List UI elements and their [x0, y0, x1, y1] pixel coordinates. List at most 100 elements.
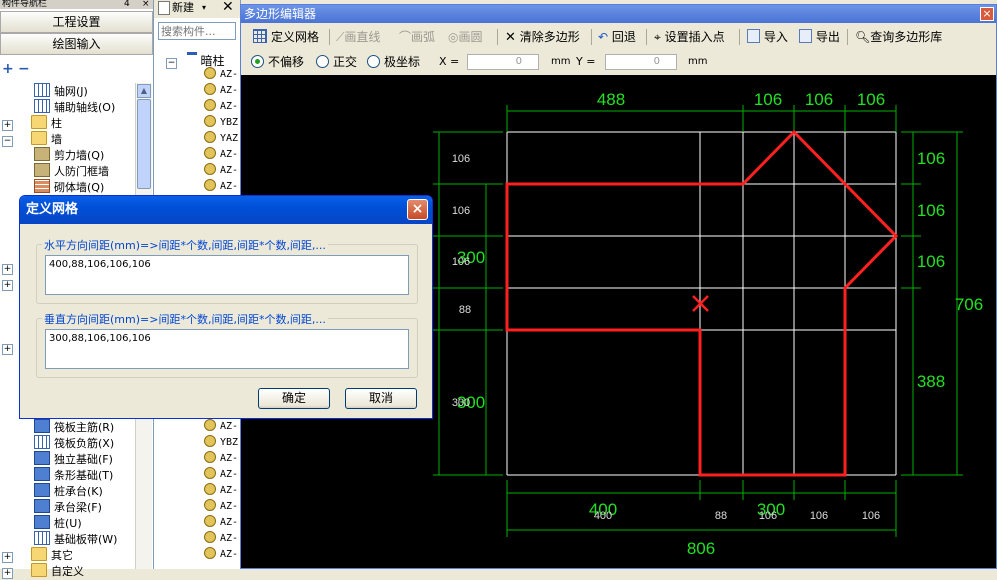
tree-item-masonry-wall[interactable]: 砌体墙(Q) [0, 179, 134, 195]
ok-button[interactable]: 确定 [258, 388, 330, 409]
delete-icon[interactable]: ✕ [222, 0, 234, 15]
list-item[interactable]: AZ- [204, 83, 238, 99]
insert-point-icon: ⌖ [654, 30, 661, 44]
expand-icon[interactable]: + [2, 568, 13, 579]
draw-circle-button[interactable]: ◎画圆 [448, 27, 483, 47]
door-frame-wall-icon [34, 163, 50, 177]
toolbar-separator [497, 29, 498, 45]
gear-icon [204, 419, 216, 431]
cancel-button[interactable]: 取消 [345, 388, 417, 409]
draw-line-button[interactable]: ⟋画直线 [336, 27, 380, 47]
pile-cap-icon [34, 483, 50, 497]
tree-item-foundation-strip[interactable]: 基础板带(W) [0, 531, 134, 547]
dim-text-small: 106 [452, 153, 470, 165]
tree-item-civil-defense-wall[interactable]: 人防门框墙 [0, 163, 134, 179]
expand-icon[interactable]: + [2, 120, 13, 131]
gear-icon [204, 515, 216, 527]
list-item[interactable]: AZ- [204, 531, 238, 547]
draw-input-button[interactable]: 绘图输入 [0, 33, 153, 55]
editor-close-button[interactable]: × [980, 7, 994, 21]
new-button[interactable]: 新建 [172, 0, 194, 16]
toolbar-label: 回退 [611, 30, 636, 44]
list-item[interactable]: YAZ [204, 131, 238, 147]
list-item[interactable]: AZ- [204, 147, 238, 163]
query-polygon-library-button[interactable]: 🔍︎查询多边形库 [855, 27, 942, 47]
list-item[interactable]: YBZ [204, 115, 238, 131]
dialog-title: 定义网格 [26, 202, 79, 217]
wall-icon [34, 147, 50, 161]
close-icon[interactable]: × [140, 0, 150, 9]
dim-text-small: 106 [452, 205, 470, 217]
polar-radio[interactable]: 极坐标 [367, 54, 420, 70]
y-coord-input[interactable]: 0 [605, 54, 677, 70]
project-settings-button[interactable]: 工程设置 [0, 11, 153, 33]
dialog-close-button[interactable]: × [407, 199, 428, 220]
ortho-radio[interactable]: 正交 [316, 54, 357, 70]
list-item[interactable]: AZ- [204, 467, 238, 483]
tree-item-raft-main-rebar[interactable]: 筏板主筋(R) [0, 419, 134, 435]
set-insert-point-button[interactable]: ⌖ 设置插入点 [654, 27, 725, 47]
tree-item-pile-cap[interactable]: 桩承台(K) [0, 483, 134, 499]
tree-item-raft-neg-rebar[interactable]: 筏板负筋(X) [0, 435, 134, 451]
radio-icon [367, 55, 380, 68]
vertical-spacing-input[interactable]: 300,88,106,106,106 [45, 329, 409, 369]
draw-arc-button[interactable]: ⌒画弧 [399, 27, 435, 47]
radio-icon [316, 55, 329, 68]
list-item[interactable]: YBZ [204, 435, 238, 451]
dim-text-small: 300 [452, 397, 470, 409]
list-item-label: YBZ [220, 437, 239, 448]
list-item[interactable]: AZ- [204, 515, 238, 531]
tree-item-pile[interactable]: 桩(U) [0, 515, 134, 531]
tree-item-axis[interactable]: 轴网(J) [0, 83, 134, 99]
tree-item-column[interactable]: + 柱 [0, 115, 134, 131]
list-item[interactable]: AZ- [204, 483, 238, 499]
pin-icon[interactable]: 4 [122, 0, 130, 9]
expand-icon[interactable]: + [2, 264, 13, 275]
scroll-thumb[interactable] [137, 99, 151, 189]
list-item[interactable]: AZ- [204, 547, 238, 563]
tree-item-wall[interactable]: − 墙 [0, 131, 134, 147]
tree-item-shear-wall[interactable]: 剪力墙(Q) [0, 147, 134, 163]
gear-icon [204, 547, 216, 559]
tree-item-aux-axis[interactable]: 辅助轴线(O) [0, 99, 134, 115]
collapse-all-icon[interactable]: − [18, 61, 30, 77]
list-item-label: AZ- [220, 469, 239, 480]
y-unit-label: mm [688, 56, 708, 67]
list-item[interactable]: AZ- [204, 419, 238, 435]
expand-icon[interactable]: + [2, 344, 13, 355]
dropdown-arrow-icon[interactable]: ▾ [202, 0, 206, 16]
component-search-input[interactable] [158, 22, 236, 40]
collapse-icon[interactable]: − [166, 58, 177, 69]
list-item-label: AZ- [220, 453, 239, 464]
expand-icon[interactable]: + [2, 552, 13, 563]
tree-item-custom[interactable]: + 自定义 [0, 563, 134, 579]
tree-item-cap-beam[interactable]: 承台梁(F) [0, 499, 134, 515]
dim-text: 706 [955, 295, 983, 314]
collapse-icon[interactable]: − [2, 136, 13, 147]
list-item-label: AZ- [220, 421, 239, 432]
tree-item-strip-footing[interactable]: 条形基础(T) [0, 467, 134, 483]
tree-item-isolated-footing[interactable]: 独立基础(F) [0, 451, 134, 467]
x-coord-input[interactable]: 0 [467, 54, 539, 70]
list-item[interactable]: AZ- [204, 499, 238, 515]
toolbar-label: 画直线 [344, 30, 381, 44]
import-button[interactable]: 导入 [747, 27, 788, 47]
dimension-lines [433, 105, 963, 537]
list-item[interactable]: AZ- [204, 451, 238, 467]
scroll-up-icon[interactable]: ▲ [137, 84, 151, 98]
export-button[interactable]: 导出 [799, 27, 840, 47]
no-offset-radio[interactable]: 不偏移 [251, 54, 304, 70]
list-item[interactable]: AZ- [204, 163, 238, 179]
list-item[interactable]: AZ- [204, 67, 238, 83]
horizontal-spacing-input[interactable]: 400,88,106,106,106 [45, 255, 409, 295]
tree-item-other[interactable]: + 其它 [0, 547, 134, 563]
expand-all-icon[interactable]: + [2, 61, 14, 77]
undo-button[interactable]: ↶ 回退 [598, 27, 636, 47]
y-coord-label: Y = [576, 55, 596, 68]
list-item[interactable]: AZ- [204, 99, 238, 115]
expand-icon[interactable]: + [2, 280, 13, 291]
define-grid-button[interactable]: 定义网格 [253, 27, 319, 47]
list-item-label: AZ- [220, 149, 239, 160]
list-item[interactable]: AZ- [204, 179, 238, 195]
clear-polygon-button[interactable]: ✕ 清除多边形 [505, 27, 580, 47]
